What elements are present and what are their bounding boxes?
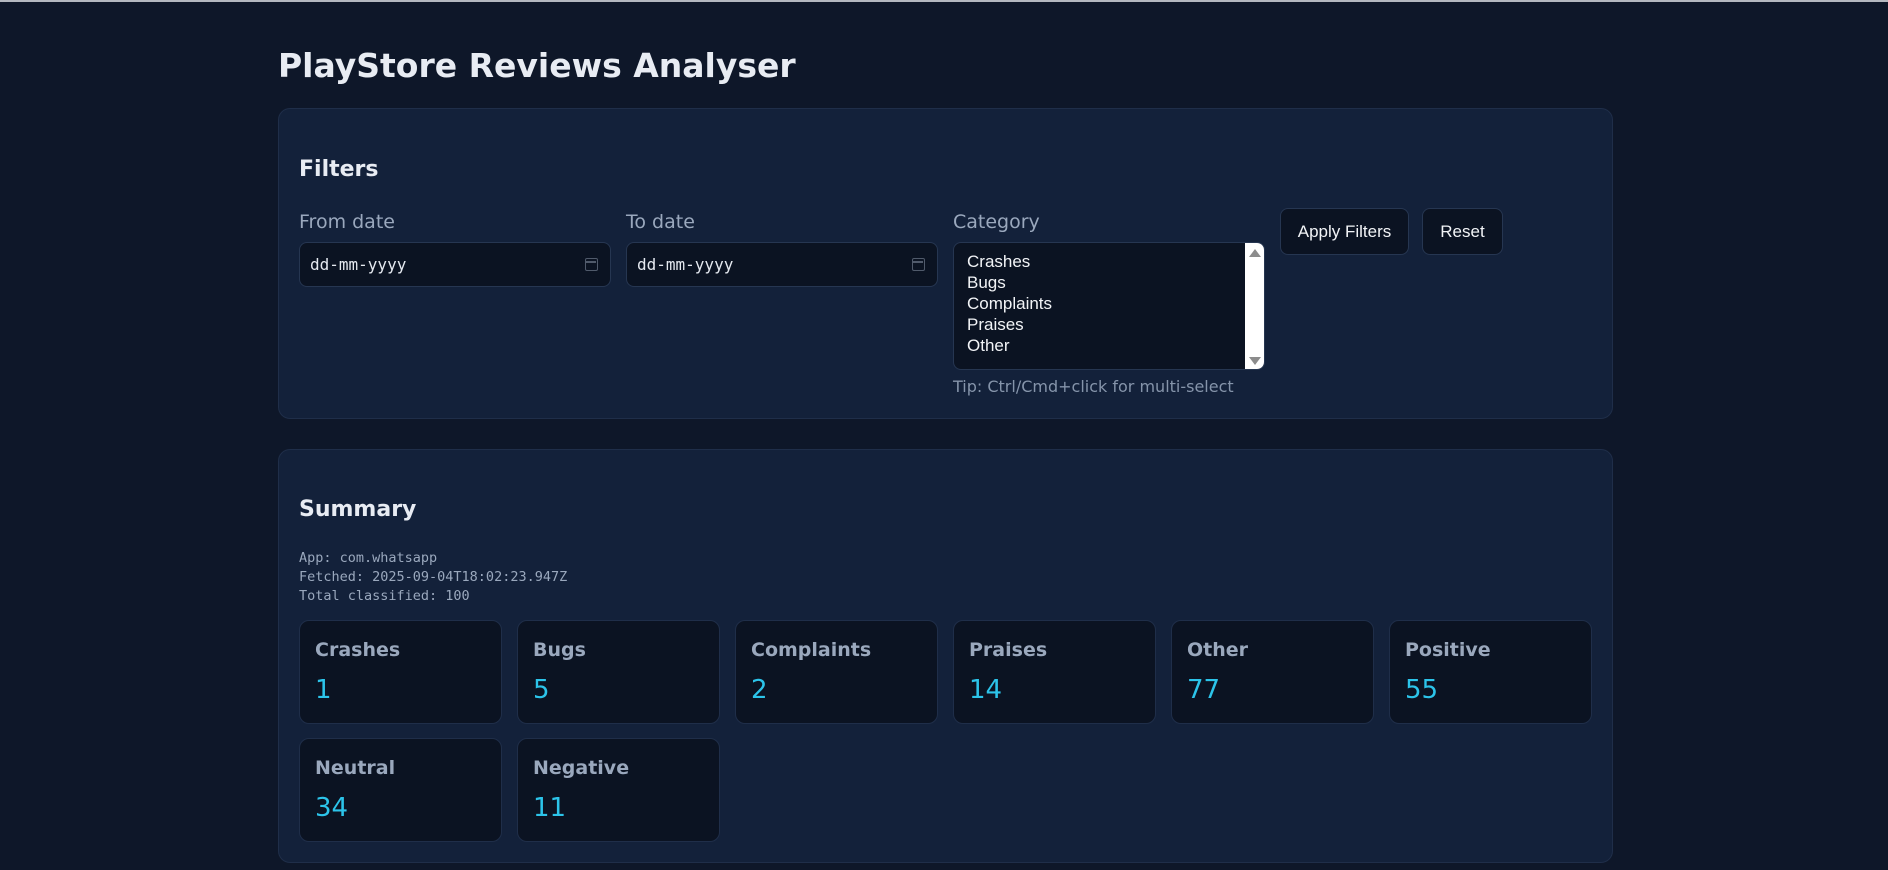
meta-fetched: Fetched: 2025-09-04T18:02:23.947Z [299, 569, 568, 585]
category-option-complaints[interactable]: Complaints [967, 294, 1052, 314]
calendar-icon[interactable] [585, 258, 598, 271]
apply-filters-button[interactable]: Apply Filters [1280, 208, 1409, 255]
category-option-other[interactable]: Other [967, 336, 1010, 356]
to-date-label: To date [626, 211, 695, 233]
stat-label: Crashes [315, 639, 401, 661]
stat-label: Positive [1405, 639, 1491, 661]
top-border [0, 0, 1888, 2]
to-date-placeholder: dd-mm-yyyy [637, 255, 734, 274]
category-option-bugs[interactable]: Bugs [967, 273, 1006, 293]
stat-label: Complaints [751, 639, 872, 661]
scroll-up-arrow-icon[interactable] [1249, 249, 1261, 257]
stat-card-praises: Praises 14 [953, 620, 1156, 724]
from-date-label: From date [299, 211, 395, 233]
from-date-placeholder: dd-mm-yyyy [310, 255, 407, 274]
category-label: Category [953, 211, 1040, 233]
stat-card-positive: Positive 55 [1389, 620, 1592, 724]
category-option-praises[interactable]: Praises [967, 315, 1024, 335]
stat-card-crashes: Crashes 1 [299, 620, 502, 724]
summary-heading: Summary [299, 497, 417, 522]
stat-value: 14 [969, 675, 1003, 705]
stat-label: Bugs [533, 639, 586, 661]
stat-card-neutral: Neutral 34 [299, 738, 502, 842]
stat-value: 1 [315, 675, 332, 705]
stat-value: 2 [751, 675, 768, 705]
listbox-scrollbar[interactable] [1245, 243, 1264, 369]
stat-label: Praises [969, 639, 1048, 661]
meta-total: Total classified: 100 [299, 588, 470, 604]
to-date-input[interactable]: dd-mm-yyyy [626, 242, 938, 287]
category-tip: Tip: Ctrl/Cmd+click for multi-select [953, 377, 1234, 396]
scroll-down-arrow-icon[interactable] [1249, 357, 1261, 365]
meta-app: App: com.whatsapp [299, 550, 438, 566]
stat-label: Other [1187, 639, 1249, 661]
stat-value: 34 [315, 793, 349, 823]
calendar-icon[interactable] [912, 258, 925, 271]
stat-value: 77 [1187, 675, 1221, 705]
category-listbox[interactable]: Crashes Bugs Complaints Praises Other [953, 242, 1265, 370]
stat-label: Negative [533, 757, 630, 779]
stat-card-other: Other 77 [1171, 620, 1374, 724]
stat-value: 5 [533, 675, 550, 705]
stat-value: 11 [533, 793, 567, 823]
from-date-input[interactable]: dd-mm-yyyy [299, 242, 611, 287]
page-title: PlayStore Reviews Analyser [278, 46, 796, 85]
summary-panel: Summary App: com.whatsapp Fetched: 2025-0… [278, 449, 1613, 863]
summary-meta: App: com.whatsapp Fetched: 2025-09-04T18:… [299, 549, 567, 606]
stat-card-negative: Negative 11 [517, 738, 720, 842]
stat-card-bugs: Bugs 5 [517, 620, 720, 724]
filters-heading: Filters [299, 157, 379, 182]
stat-card-complaints: Complaints 2 [735, 620, 938, 724]
stat-label: Neutral [315, 757, 396, 779]
category-option-crashes[interactable]: Crashes [967, 252, 1030, 272]
reset-button[interactable]: Reset [1422, 208, 1503, 255]
stat-value: 55 [1405, 675, 1439, 705]
filters-panel: Filters From date dd-mm-yyyy To date dd-… [278, 108, 1613, 419]
